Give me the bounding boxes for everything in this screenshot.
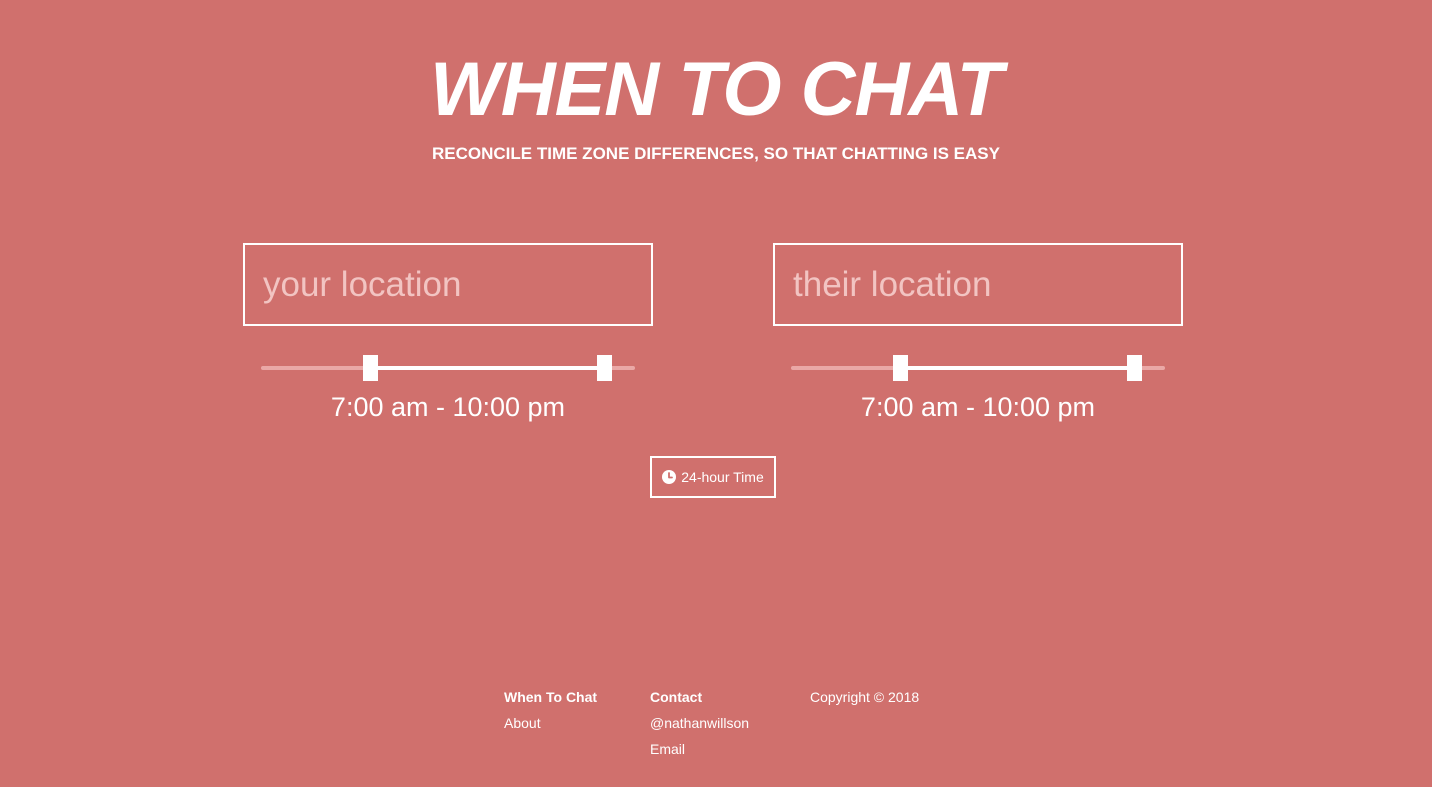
slider-start-handle[interactable] (363, 355, 379, 381)
clock-icon (662, 470, 677, 484)
page: WHEN TO CHAT RECONCILE TIME ZONE DIFFERE… (0, 0, 1432, 787)
footer-email-link[interactable]: Email (650, 736, 749, 762)
your-hours-label: 7:00 am - 10:00 pm (330, 392, 566, 422)
slider-end-handle[interactable] (1126, 355, 1142, 381)
footer-brand-column: When To Chat About (504, 684, 597, 736)
footer-twitter-link[interactable]: @nathanwillson (650, 710, 749, 736)
footer-brand-heading: When To Chat (504, 689, 598, 705)
your-location-input[interactable] (243, 243, 653, 326)
slider-selected-range (900, 366, 1134, 370)
your-hours-slider[interactable] (261, 352, 635, 384)
page-title: WHEN TO CHAT (429, 47, 1003, 132)
footer-contact-column: Contact @nathanwillson Email (650, 684, 749, 762)
their-hours-label: 7:00 am - 10:00 pm (860, 392, 1096, 422)
slider-selected-range (370, 366, 604, 370)
slider-start-handle[interactable] (893, 355, 909, 381)
24-hour-time-button[interactable]: 24-hour Time (650, 456, 776, 498)
their-location-input[interactable] (773, 243, 1183, 326)
slider-end-handle[interactable] (596, 355, 612, 381)
24-hour-time-label: 24-hour Time (681, 469, 764, 485)
footer-contact-heading: Contact (650, 689, 703, 705)
page-subtitle: RECONCILE TIME ZONE DIFFERENCES, SO THAT… (432, 144, 1000, 163)
footer-about-link[interactable]: About (504, 710, 597, 736)
footer-copyright: Copyright © 2018 (810, 689, 920, 705)
their-hours-slider[interactable] (791, 352, 1165, 384)
